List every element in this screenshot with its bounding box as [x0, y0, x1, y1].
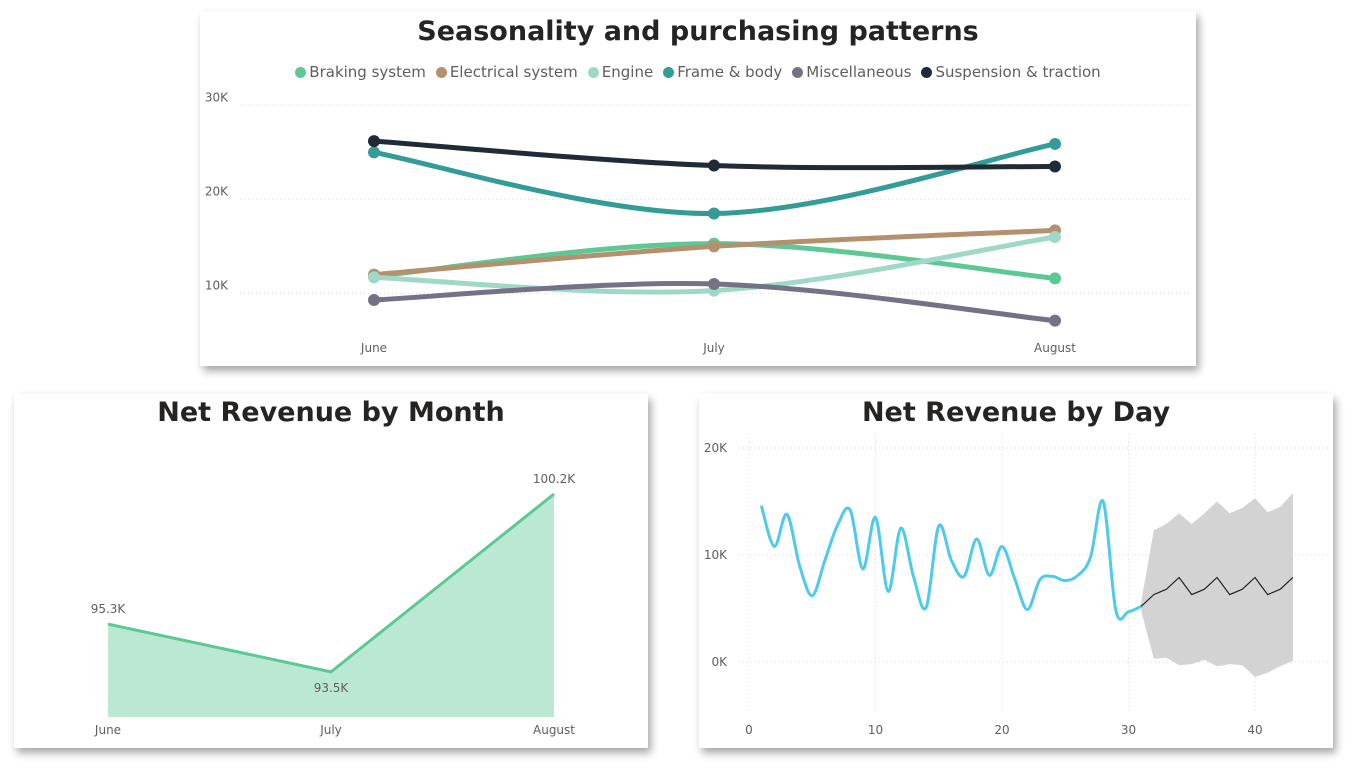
- x-tick-label: 30: [1121, 723, 1136, 737]
- data-point-engine: [1049, 231, 1061, 243]
- x-tick-label: July: [702, 341, 725, 355]
- x-tick-label: June: [94, 723, 121, 737]
- data-point-engine: [368, 271, 380, 284]
- x-tick-label: August: [533, 723, 575, 737]
- data-label: 100.2K: [533, 472, 576, 486]
- x-tick-label: June: [360, 341, 387, 355]
- y-tick-label: 20K: [704, 441, 728, 455]
- data-point-miscellaneous: [708, 278, 720, 290]
- day-line-chart: 0K 10K 20K 0 10 20 30 40: [704, 434, 1329, 737]
- forecast-confidence-band: [1141, 492, 1293, 677]
- data-point-electrical-system: [708, 240, 720, 253]
- data-point-suspension-traction: [1049, 160, 1061, 173]
- y-tick-label: 10K: [704, 548, 728, 562]
- series-line-frame-body: [371, 141, 1058, 217]
- data-point-suspension-traction: [368, 135, 380, 148]
- data-point-miscellaneous: [368, 293, 380, 306]
- data-label: 95.3K: [91, 602, 127, 616]
- data-point-braking-system: [1049, 272, 1061, 285]
- x-tick-label: 10: [868, 723, 883, 737]
- x-tick-label: 40: [1247, 723, 1262, 737]
- y-tick-label: 20K: [205, 184, 229, 198]
- month-area-chart: June July August 95.3K 93.5K 100.2K: [91, 472, 577, 737]
- data-point-miscellaneous: [1049, 314, 1061, 327]
- x-tick-label: August: [1034, 341, 1076, 355]
- y-tick-label: 30K: [205, 90, 229, 104]
- y-tick-label: 10K: [205, 278, 229, 292]
- data-point-frame-body: [708, 207, 720, 220]
- month-card: Net Revenue by Month June July August 95.3K…: [14, 394, 648, 748]
- seasonality-card: Seasonality and purchasing patterns Brak…: [200, 11, 1196, 366]
- series-line-electrical-system: [371, 227, 1058, 278]
- data-label: 93.5K: [314, 681, 350, 695]
- x-tick-label: July: [319, 723, 342, 737]
- seasonality-line-chart: 10K 20K 30K June July August: [205, 90, 1190, 355]
- data-point-suspension-traction: [708, 159, 720, 172]
- actual-revenue-line: [760, 499, 1143, 621]
- day-card: Net Revenue by Day 0K 10K 20K 0 10 20 30 40: [699, 394, 1333, 748]
- x-tick-label: 20: [994, 723, 1009, 737]
- y-tick-label: 0K: [711, 655, 728, 669]
- x-tick-label: 0: [745, 723, 753, 737]
- data-point-frame-body: [1049, 137, 1061, 150]
- data-point-frame-body: [368, 146, 380, 159]
